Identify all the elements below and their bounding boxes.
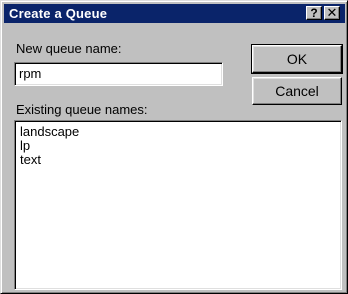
create-queue-dialog: Create a Queue ? ✕ New queue name: rpm O… — [0, 0, 348, 294]
list-item[interactable]: text — [20, 153, 341, 167]
ok-button[interactable]: OK — [251, 44, 343, 74]
existing-queue-names-label: Existing queue names: — [16, 102, 148, 117]
new-queue-name-label: New queue name: — [16, 41, 122, 56]
cancel-button[interactable]: Cancel — [252, 77, 342, 105]
list-item[interactable]: lp — [20, 139, 341, 153]
dialog-title: Create a Queue — [9, 6, 108, 21]
existing-queue-names-list[interactable]: landscape lp text — [14, 120, 342, 290]
new-queue-name-input[interactable]: rpm — [14, 62, 223, 86]
title-bar[interactable]: Create a Queue ? ✕ — [4, 4, 345, 23]
close-button[interactable]: ✕ — [324, 6, 340, 20]
help-button[interactable]: ? — [306, 6, 322, 20]
list-item[interactable]: landscape — [20, 125, 341, 139]
